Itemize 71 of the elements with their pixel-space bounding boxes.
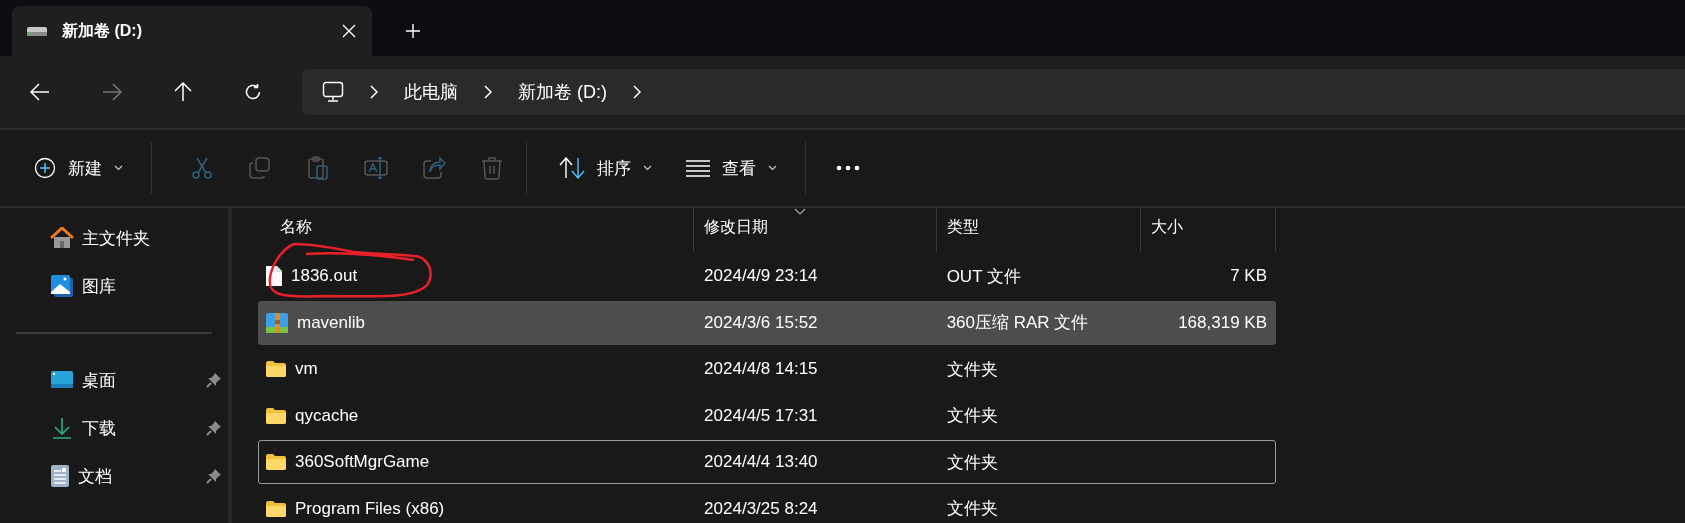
file-name: qycache: [295, 405, 359, 426]
plus-circle-icon: [34, 157, 56, 179]
file-size: 7 KB: [1230, 266, 1267, 286]
back-icon[interactable]: [30, 83, 50, 101]
modified-date: 2024/4/8 14:15: [704, 359, 818, 380]
drive-icon: [26, 24, 48, 38]
sidebar-item[interactable]: 桌面: [82, 368, 198, 392]
file-size: 168,319 KB: [1178, 312, 1267, 333]
file-type: 文件夹: [946, 498, 998, 521]
chevron-icon: [484, 85, 492, 99]
folder-icon: [265, 453, 287, 472]
file-name: 1836.out: [291, 266, 358, 286]
address-bar[interactable]: 此电脑 新加卷 (D:): [302, 69, 1685, 115]
folder-icon: [265, 360, 287, 379]
gallery-icon: [50, 274, 74, 298]
file-name: 360SoftMgrGame: [295, 452, 430, 473]
column-header[interactable]: 名称: [258, 208, 694, 252]
breadcrumb-item[interactable]: 新加卷 (D:): [518, 80, 607, 104]
file-row[interactable]: vm 2024/4/8 14:15 文件夹: [258, 347, 1276, 392]
new-button[interactable]: 新建: [28, 148, 129, 188]
file-name: mavenlib: [297, 312, 366, 333]
download-icon: [50, 416, 74, 440]
home-icon: [50, 227, 74, 249]
sidebar-item[interactable]: 下载: [82, 416, 198, 440]
archive-icon: [265, 311, 289, 334]
chevron-icon: [633, 85, 641, 99]
file-name: Program Files (x86): [295, 498, 445, 519]
modified-date: 2024/4/4 13:40: [704, 452, 818, 473]
column-header[interactable]: 大小: [1141, 208, 1276, 252]
sidebar-item[interactable]: 文档: [78, 464, 198, 488]
file-row[interactable]: 360SoftMgrGame 2024/4/4 13:40 文件夹: [258, 440, 1276, 485]
file-row[interactable]: qycache 2024/4/5 17:31 文件夹: [258, 393, 1276, 438]
close-icon[interactable]: [342, 24, 356, 38]
view-button[interactable]: 查看: [680, 148, 783, 188]
sidebar-item[interactable]: 图库: [82, 274, 228, 298]
file-row[interactable]: Program Files (x86) 2024/3/25 8:24 文件夹: [258, 486, 1276, 523]
forward-icon[interactable]: [102, 83, 122, 101]
file-name: vm: [295, 359, 318, 380]
file-type: 360压缩 RAR 文件: [946, 312, 1089, 335]
window-tab[interactable]: 新加卷 (D:): [12, 6, 372, 56]
sidebar-item[interactable]: 主文件夹: [82, 226, 228, 250]
sort-button[interactable]: 排序: [553, 148, 658, 188]
column-header[interactable]: 修改日期: [694, 208, 937, 252]
file-row[interactable]: 1836.out 2024/4/9 23:14 OUT 文件 7 KB: [258, 254, 1276, 298]
caret-icon: [114, 165, 123, 171]
desktop-icon: [50, 370, 74, 390]
folder-icon: [265, 406, 287, 425]
breadcrumb-item[interactable]: 此电脑: [404, 80, 458, 104]
modified-date: 2024/4/9 23:14: [704, 266, 818, 286]
up-icon[interactable]: [174, 82, 192, 102]
refresh-icon[interactable]: [244, 83, 262, 101]
chevron-icon: [370, 85, 378, 99]
caret-icon: [643, 165, 652, 171]
file-type: 文件夹: [946, 405, 998, 428]
more-icon[interactable]: [836, 165, 860, 171]
file-type: OUT 文件: [946, 265, 1021, 288]
caret-icon: [768, 165, 777, 171]
file-type: 文件夹: [946, 451, 998, 474]
document-icon: [50, 464, 70, 488]
new-tab-icon[interactable]: [405, 23, 421, 39]
folder-icon: [265, 499, 287, 518]
modified-date: 2024/4/5 17:31: [704, 405, 818, 426]
file-row[interactable]: mavenlib 2024/3/6 15:52 360压缩 RAR 文件 168,319 KB: [258, 300, 1276, 345]
tab-title: 新加卷 (D:): [62, 20, 143, 41]
file-type: 文件夹: [946, 358, 998, 381]
computer-icon: [322, 81, 344, 103]
column-header[interactable]: 类型: [937, 208, 1141, 252]
list-icon: [686, 159, 710, 177]
sort-arrows-icon: [559, 157, 585, 179]
modified-date: 2024/3/6 15:52: [704, 312, 818, 333]
modified-date: 2024/3/25 8:24: [704, 498, 818, 519]
